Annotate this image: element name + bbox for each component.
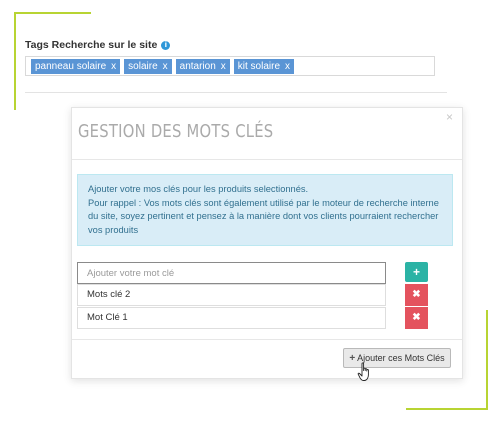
tag-label: solaire xyxy=(128,60,158,72)
info-alert: Ajouter votre mos clés pour les produits… xyxy=(77,174,453,246)
tag-chip: kit solaire x xyxy=(233,58,295,74)
alert-line: Pour rappel : Vos mots clés sont égaleme… xyxy=(88,197,439,235)
tag-chip: antarion x xyxy=(175,58,230,74)
tag-remove-icon[interactable]: x xyxy=(221,59,226,74)
tag-remove-icon[interactable]: x xyxy=(111,59,116,74)
tag-remove-icon[interactable]: x xyxy=(285,59,290,74)
tag-remove-icon[interactable]: x xyxy=(163,59,168,74)
hand-cursor-icon xyxy=(357,362,369,381)
tag-label: panneau solaire xyxy=(35,60,107,72)
keyword-input[interactable] xyxy=(77,262,386,284)
tags-label-row: Tags Recherche sur le site i xyxy=(25,38,435,52)
modal-title: GESTION DES MOTS CLÉS xyxy=(78,121,274,142)
decorative-line xyxy=(486,310,488,410)
close-icon[interactable]: × xyxy=(446,110,453,124)
keywords-modal: GESTION DES MOTS CLÉS × Ajouter votre mo… xyxy=(71,107,463,379)
decorative-line xyxy=(406,408,488,410)
keyword-row: Mots clé 2 xyxy=(77,284,386,306)
info-icon[interactable]: i xyxy=(161,40,171,50)
add-keyword-button[interactable]: + xyxy=(405,262,428,282)
tag-label: kit solaire xyxy=(237,60,281,72)
tag-label: antarion xyxy=(179,60,216,72)
plus-icon: + xyxy=(349,352,356,364)
delete-keyword-button[interactable]: ✖ xyxy=(405,284,428,306)
divider xyxy=(25,92,447,93)
keyword-row: Mot Clé 1 xyxy=(77,307,386,329)
alert-line: Ajouter votre mos clés pour les produits… xyxy=(88,184,309,194)
modal-footer-divider xyxy=(72,339,462,340)
tag-chip: panneau solaire x xyxy=(31,58,121,74)
decorative-line xyxy=(14,12,91,14)
tag-chip: solaire x xyxy=(124,58,172,74)
tags-label: Tags Recherche sur le site xyxy=(25,39,158,51)
decorative-line xyxy=(14,12,16,110)
tags-field: Tags Recherche sur le site i panneau sol… xyxy=(25,38,435,76)
delete-keyword-button[interactable]: ✖ xyxy=(405,307,428,329)
tags-input[interactable]: panneau solaire x solaire x antarion x k… xyxy=(25,56,435,76)
modal-header: GESTION DES MOTS CLÉS × xyxy=(72,108,462,160)
